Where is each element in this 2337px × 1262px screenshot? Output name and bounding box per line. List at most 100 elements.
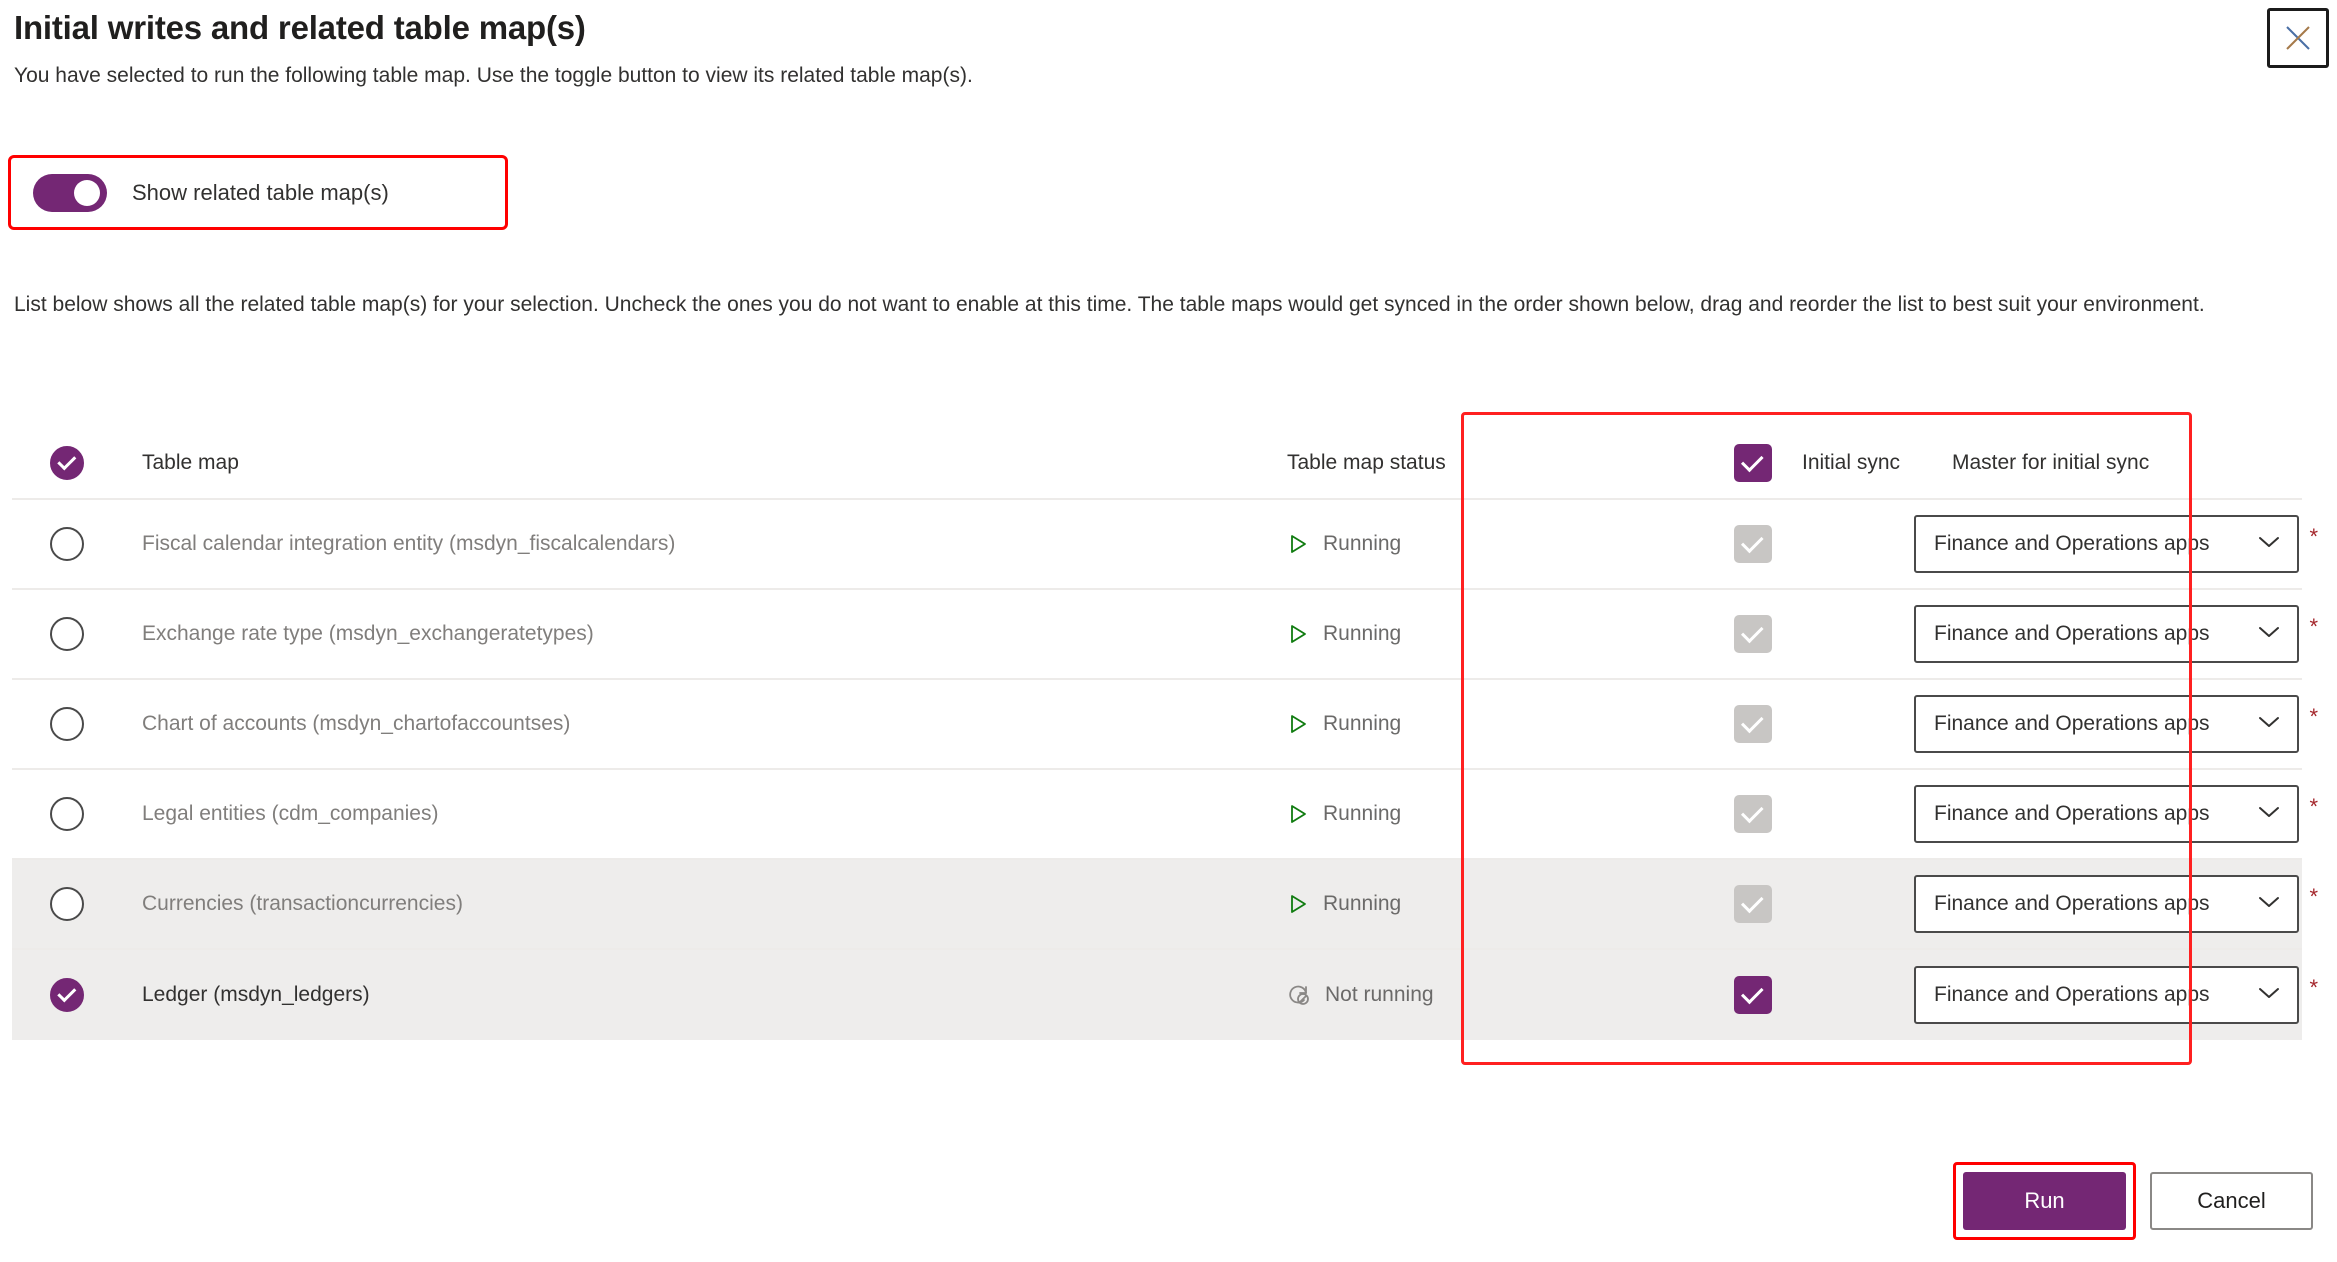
toggle-knob bbox=[74, 179, 100, 206]
row-select-cell bbox=[12, 978, 142, 1012]
play-triangle-icon bbox=[1287, 623, 1309, 645]
table-body: Fiscal calendar integration entity (msdy… bbox=[12, 500, 2318, 1040]
row-initial-sync-checkbox[interactable] bbox=[1734, 976, 1772, 1014]
play-triangle-icon bbox=[1287, 803, 1309, 825]
required-asterisk: * bbox=[2309, 884, 2318, 909]
row-status-label: Running bbox=[1323, 802, 1402, 825]
dialog-header: Initial writes and related table map(s) … bbox=[0, 0, 2337, 90]
row-initial-sync-checkbox bbox=[1734, 705, 1772, 743]
play-triangle-icon bbox=[1287, 533, 1309, 555]
select-all-initial-sync-cell: Initial sync bbox=[1702, 444, 1902, 482]
close-icon bbox=[2283, 23, 2313, 53]
chevron-down-icon bbox=[2257, 532, 2281, 556]
row-select-checkbox[interactable] bbox=[50, 797, 84, 831]
table-row: Exchange rate type (msdyn_exchangeratety… bbox=[12, 590, 2318, 680]
row-table-map-name: Currencies (transactioncurrencies) bbox=[142, 892, 463, 915]
row-master-cell: Finance and Operations apps * bbox=[1902, 785, 2318, 843]
column-header-initial-sync: Initial sync bbox=[1802, 451, 1901, 474]
row-select-cell bbox=[12, 617, 142, 651]
row-select-checkbox[interactable] bbox=[50, 527, 84, 561]
row-master-cell: Finance and Operations apps * bbox=[1902, 605, 2318, 663]
master-for-initial-sync-dropdown[interactable]: Finance and Operations apps bbox=[1914, 966, 2299, 1024]
row-status-label: Running bbox=[1323, 532, 1402, 555]
master-for-initial-sync-dropdown[interactable]: Finance and Operations apps bbox=[1914, 785, 2299, 843]
chevron-down-icon bbox=[2257, 892, 2281, 916]
list-description: List below shows all the related table m… bbox=[14, 293, 2205, 316]
column-header-master-for-initial-sync: Master for initial sync bbox=[1952, 451, 2150, 474]
row-table-map-name: Chart of accounts (msdyn_chartofaccounts… bbox=[142, 712, 571, 735]
toggle-label: Show related table map(s) bbox=[132, 179, 389, 205]
row-select-checkbox[interactable] bbox=[50, 978, 84, 1012]
row-select-cell bbox=[12, 887, 142, 921]
row-status-cell: Running bbox=[1287, 802, 1702, 826]
play-triangle-icon bbox=[1287, 893, 1309, 915]
select-all-cell bbox=[12, 446, 142, 480]
column-header-table-map-status-label: Table map status bbox=[1287, 451, 1446, 474]
chevron-down-icon bbox=[2257, 712, 2281, 736]
master-for-initial-sync-dropdown[interactable]: Finance and Operations apps bbox=[1914, 605, 2299, 663]
row-select-cell bbox=[12, 707, 142, 741]
run-button[interactable]: Run bbox=[1963, 1172, 2126, 1230]
cancel-button[interactable]: Cancel bbox=[2150, 1172, 2313, 1230]
required-asterisk: * bbox=[2309, 524, 2318, 549]
master-dropdown-value: Finance and Operations apps bbox=[1934, 802, 2210, 825]
row-initial-sync-cell bbox=[1702, 705, 1902, 743]
master-for-initial-sync-dropdown[interactable]: Finance and Operations apps bbox=[1914, 515, 2299, 573]
row-initial-sync-checkbox bbox=[1734, 795, 1772, 833]
master-for-initial-sync-dropdown[interactable]: Finance and Operations apps bbox=[1914, 695, 2299, 753]
page-subtitle: You have selected to run the following t… bbox=[14, 64, 973, 87]
row-table-map-name: Ledger (msdyn_ledgers) bbox=[142, 983, 370, 1006]
master-for-initial-sync-dropdown[interactable]: Finance and Operations apps bbox=[1914, 875, 2299, 933]
table-row: Legal entities (cdm_companies) Running Fin… bbox=[12, 770, 2318, 860]
table-header-row: Table map Table map status Initial sync … bbox=[12, 428, 2302, 500]
row-initial-sync-cell bbox=[1702, 525, 1902, 563]
master-dropdown-value: Finance and Operations apps bbox=[1934, 892, 2210, 915]
chevron-down-icon bbox=[2257, 622, 2281, 646]
row-select-checkbox[interactable] bbox=[50, 887, 84, 921]
row-initial-sync-cell bbox=[1702, 976, 1902, 1014]
row-initial-sync-cell bbox=[1702, 885, 1902, 923]
row-status-cell: Running bbox=[1287, 532, 1702, 556]
row-master-cell: Finance and Operations apps * bbox=[1902, 966, 2318, 1024]
required-asterisk: * bbox=[2309, 704, 2318, 729]
select-all-initial-sync-checkbox[interactable] bbox=[1734, 444, 1772, 482]
row-status-label: Not running bbox=[1325, 983, 1434, 1006]
row-status-cell: Running bbox=[1287, 892, 1702, 916]
master-dropdown-value: Finance and Operations apps bbox=[1934, 532, 2210, 555]
run-button-highlight: Run bbox=[1953, 1162, 2136, 1240]
select-all-checkbox[interactable] bbox=[50, 446, 84, 480]
row-initial-sync-checkbox bbox=[1734, 525, 1772, 563]
row-master-cell: Finance and Operations apps * bbox=[1902, 515, 2318, 573]
row-initial-sync-checkbox bbox=[1734, 885, 1772, 923]
row-select-checkbox[interactable] bbox=[50, 707, 84, 741]
close-dialog-button[interactable] bbox=[2267, 8, 2329, 68]
table-row: Currencies (transactioncurrencies) Runnin… bbox=[12, 860, 2318, 950]
row-select-cell bbox=[12, 797, 142, 831]
row-table-map-name: Legal entities (cdm_companies) bbox=[142, 802, 439, 825]
row-initial-sync-cell bbox=[1702, 615, 1902, 653]
master-dropdown-value: Finance and Operations apps bbox=[1934, 983, 2210, 1006]
column-header-table-map-status: Table map status bbox=[1287, 451, 1702, 475]
row-select-checkbox[interactable] bbox=[50, 617, 84, 651]
chevron-down-icon bbox=[2257, 802, 2281, 826]
row-status-cell: Running bbox=[1287, 622, 1702, 646]
row-master-cell: Finance and Operations apps * bbox=[1902, 695, 2318, 753]
table-maps-table: Table map Table map status Initial sync … bbox=[12, 428, 2318, 1040]
row-status-label: Running bbox=[1323, 892, 1402, 915]
row-initial-sync-checkbox bbox=[1734, 615, 1772, 653]
table-row: Ledger (msdyn_ledgers) Not running Finance… bbox=[12, 950, 2318, 1040]
table-row: Chart of accounts (msdyn_chartofaccounts… bbox=[12, 680, 2318, 770]
chevron-down-icon bbox=[2257, 983, 2281, 1007]
row-master-cell: Finance and Operations apps * bbox=[1902, 875, 2318, 933]
page-title: Initial writes and related table map(s) bbox=[14, 9, 586, 46]
table-row: Fiscal calendar integration entity (msdy… bbox=[12, 500, 2318, 590]
sync-blocked-icon bbox=[1287, 983, 1311, 1007]
required-asterisk: * bbox=[2309, 794, 2318, 819]
show-related-toggle-highlight: Show related table map(s) bbox=[8, 155, 508, 230]
required-asterisk: * bbox=[2309, 975, 2318, 1000]
master-dropdown-value: Finance and Operations apps bbox=[1934, 622, 2210, 645]
row-status-label: Running bbox=[1323, 712, 1402, 735]
row-select-cell bbox=[12, 527, 142, 561]
show-related-table-maps-toggle[interactable] bbox=[33, 173, 107, 212]
column-header-table-map: Table map bbox=[142, 451, 239, 474]
